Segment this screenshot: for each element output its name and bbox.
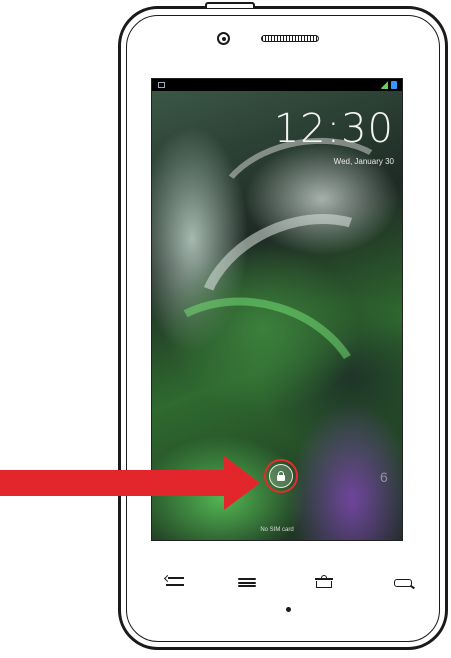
power-button[interactable] bbox=[205, 2, 255, 8]
signal-icon bbox=[381, 81, 388, 89]
lock-date: Wed, January 30 bbox=[333, 157, 394, 166]
illustration-stage: 12:30 Wed, January 30 6 No SIM card bbox=[0, 0, 451, 658]
menu-key[interactable] bbox=[236, 576, 258, 588]
pointer-arrow-head bbox=[224, 456, 260, 510]
front-camera-icon bbox=[217, 32, 230, 45]
pointer-arrow bbox=[0, 470, 230, 496]
status-bar bbox=[152, 79, 402, 91]
home-key[interactable] bbox=[313, 575, 335, 588]
search-key[interactable] bbox=[393, 576, 415, 589]
unlock-button[interactable] bbox=[269, 464, 293, 488]
earpiece-speaker bbox=[261, 35, 319, 42]
microphone-dot bbox=[286, 607, 291, 612]
camera-shortcut[interactable]: 6 bbox=[380, 469, 388, 485]
image-notification-icon bbox=[158, 82, 165, 88]
back-key[interactable] bbox=[163, 574, 186, 588]
battery-icon bbox=[391, 81, 397, 89]
lock-clock: 12:30 bbox=[273, 106, 394, 152]
lock-icon bbox=[277, 471, 285, 481]
sim-status-text: No SIM card bbox=[260, 527, 294, 533]
